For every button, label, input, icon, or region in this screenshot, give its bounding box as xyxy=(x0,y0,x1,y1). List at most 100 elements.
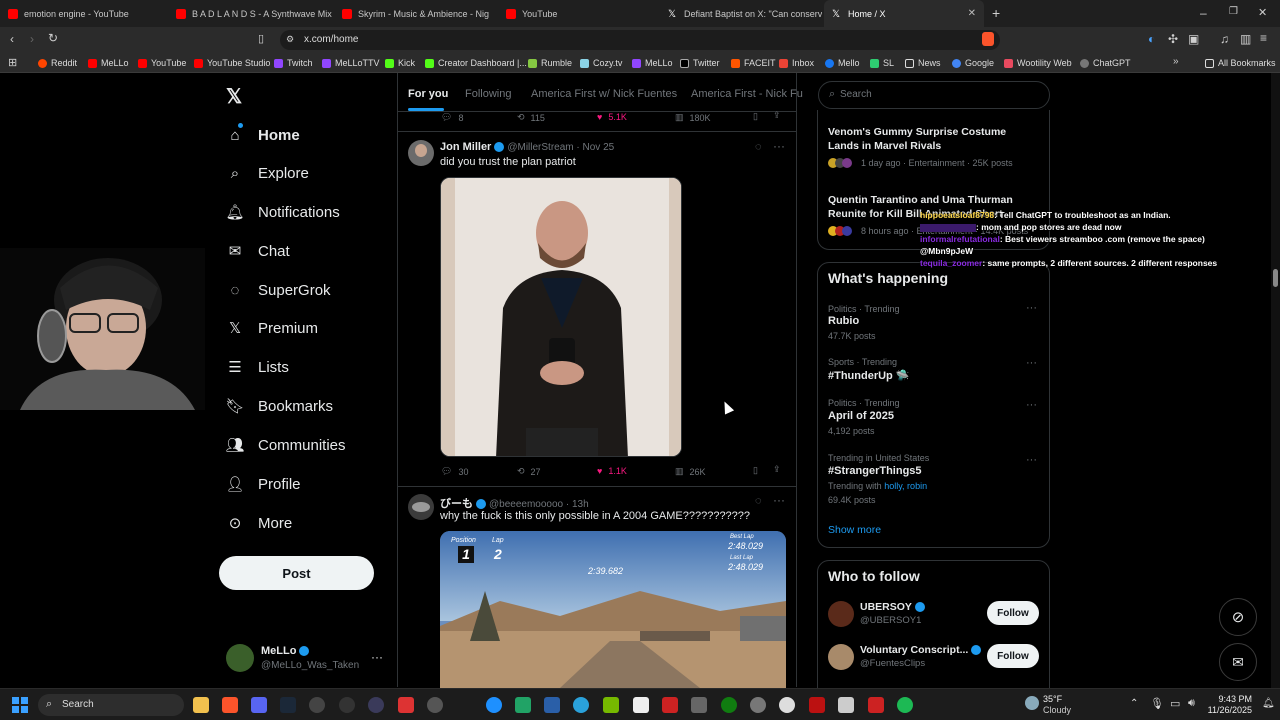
music-icon[interactable]: ♫ xyxy=(1220,32,1229,46)
bookmark-item[interactable]: Wootility Web xyxy=(1004,53,1072,73)
nav-chat[interactable]: ✉ Chat xyxy=(226,236,290,266)
trend-more-icon[interactable]: ··· xyxy=(1026,454,1037,466)
sidebar-toggle-icon[interactable]: ▥ xyxy=(1240,32,1251,46)
all-bookmarks[interactable]: All Bookmarks xyxy=(1205,53,1276,73)
brave-shield-icon[interactable] xyxy=(982,32,994,46)
browser-tab[interactable]: Skyrim - Music & Ambience - Nig xyxy=(334,0,498,27)
app-icon[interactable] xyxy=(809,697,825,713)
browser-tab[interactable]: emotion engine - YouTube xyxy=(0,0,168,27)
tray-overflow-icon[interactable]: ⌃ xyxy=(1130,698,1138,709)
trend-name[interactable]: April of 2025 xyxy=(828,410,894,422)
post-time[interactable]: Nov 25 xyxy=(583,142,615,153)
tab-following[interactable]: Following xyxy=(465,88,511,100)
app-icon[interactable] xyxy=(368,697,384,713)
windows-start-icon[interactable] xyxy=(12,697,28,713)
x-logo-icon[interactable]: 𝕏 xyxy=(226,84,248,108)
post-more-icon[interactable]: ··· xyxy=(773,493,785,507)
weather-text[interactable]: Cloudy xyxy=(1043,705,1071,715)
trend-name[interactable]: #StrangerThings5 xyxy=(828,465,922,477)
extensions-puzzle-icon[interactable]: ✣ xyxy=(1168,32,1178,46)
follow-button[interactable]: Follow xyxy=(987,601,1039,625)
view-count[interactable]: ▥ 180K xyxy=(675,112,711,123)
network-icon[interactable]: ▭ xyxy=(1170,697,1180,710)
post-video[interactable]: Position Lap 1 2 Best Lap 2:48.029 Last … xyxy=(440,531,786,688)
bookmark-item[interactable]: MeLLo xyxy=(632,53,673,73)
notifications-icon[interactable]: 🔔︎ xyxy=(1262,698,1275,709)
more-bookmarks-icon[interactable]: » xyxy=(1173,56,1179,67)
nav-profile[interactable]: 👤︎ Profile xyxy=(225,469,300,499)
close-tab-icon[interactable]: ✕ xyxy=(968,8,976,19)
url-field[interactable]: x.com/home xyxy=(280,30,1000,50)
clock-time[interactable]: 9:43 PM xyxy=(1210,694,1252,704)
volume-icon[interactable]: 🔊︎ xyxy=(1188,697,1195,710)
browser-tab[interactable]: B A D L A N D S - A Synthwave Mix fo xyxy=(168,0,334,27)
bookmark-icon[interactable]: ▯ xyxy=(753,111,758,122)
clock-date[interactable]: 11/26/2025 xyxy=(1206,705,1252,715)
bookmark-item[interactable]: ChatGPT xyxy=(1080,53,1131,73)
nav-notifications[interactable]: 🔔︎ Notifications xyxy=(225,197,339,227)
nav-premium[interactable]: 𝕏 Premium xyxy=(226,313,318,343)
back-icon[interactable]: ‹ xyxy=(10,32,14,46)
post-author-name[interactable]: びーも xyxy=(440,498,473,510)
steam-icon[interactable] xyxy=(280,697,296,713)
scrollbar-thumb[interactable] xyxy=(1273,269,1278,287)
xbox-icon[interactable] xyxy=(721,697,737,713)
repost-count[interactable]: ⟲ 115 xyxy=(517,112,545,123)
media-icon[interactable]: ▣ xyxy=(1188,32,1199,46)
nav-bookmarks[interactable]: 🔖︎ Bookmarks xyxy=(225,391,333,421)
settings-icon[interactable] xyxy=(750,697,766,713)
nav-supergrok[interactable]: ◌ SuperGrok xyxy=(226,275,331,305)
suggestion-name[interactable]: Voluntary Conscript... xyxy=(860,644,984,656)
bookmark-item[interactable]: Google xyxy=(952,53,994,73)
forward-icon[interactable]: › xyxy=(30,32,34,46)
post-author-handle[interactable]: @beeeemooooo xyxy=(489,499,563,510)
avatar[interactable] xyxy=(828,601,854,627)
grok-icon[interactable]: ◌ xyxy=(755,141,762,153)
bookmark-item[interactable]: Kick xyxy=(385,53,415,73)
browser-tab-active[interactable]: 𝕏 Home / X ✕ xyxy=(824,0,984,27)
post-time[interactable]: 13h xyxy=(572,499,589,510)
app-icon[interactable] xyxy=(868,697,884,713)
nav-communities[interactable]: 👥︎ Communities xyxy=(225,430,345,460)
app-icon[interactable] xyxy=(486,697,502,713)
reload-icon[interactable]: ↻ xyxy=(48,31,58,45)
news-headline[interactable]: Venom's Gummy Surprise Costume Lands in … xyxy=(828,125,1033,153)
repost-count[interactable]: ⟲ 27 xyxy=(517,466,541,477)
browser-tab[interactable]: YouTube xyxy=(498,0,660,27)
app-icon[interactable] xyxy=(339,697,355,713)
trend-name[interactable]: Rubio xyxy=(828,315,859,327)
weather-temp[interactable]: 35°F xyxy=(1043,694,1062,704)
spotify-icon[interactable] xyxy=(897,697,913,713)
app-icon[interactable] xyxy=(633,697,649,713)
bookmark-item[interactable]: Creator Dashboard |... xyxy=(425,53,527,73)
share-icon[interactable]: ⇪ xyxy=(773,464,781,475)
nav-explore[interactable]: ⌕ Explore xyxy=(226,158,309,188)
nav-more[interactable]: ⊙ More xyxy=(226,508,292,538)
nvidia-icon[interactable] xyxy=(603,697,619,713)
bookmark-item[interactable]: Rumble xyxy=(528,53,572,73)
search-input[interactable]: ⌕ Search xyxy=(818,81,1050,109)
bookmark-item[interactable]: Twitch xyxy=(274,53,313,73)
app-icon[interactable] xyxy=(544,697,560,713)
tab-america-first-2[interactable]: America First - Nick Fu xyxy=(691,88,803,100)
trend-more-icon[interactable]: ··· xyxy=(1026,399,1037,411)
post-button[interactable]: Post xyxy=(219,556,374,590)
browser-tab[interactable]: 𝕏 Defiant Baptist on X: "Can conservativ xyxy=(660,0,822,27)
bookmark-item[interactable]: YouTube xyxy=(138,53,186,73)
bookmark-item[interactable]: MeLLoTTV xyxy=(322,53,380,73)
bookmark-item[interactable]: News xyxy=(905,53,941,73)
bookmark-item[interactable]: Cozy.tv xyxy=(580,53,622,73)
post-more-icon[interactable]: ··· xyxy=(773,139,785,153)
extension-icon[interactable]: ◐ xyxy=(1148,32,1155,46)
nav-lists[interactable]: ☰ Lists xyxy=(226,352,289,382)
share-icon[interactable]: ⇪ xyxy=(773,110,781,121)
app-icon[interactable] xyxy=(838,697,854,713)
bookmark-icon[interactable]: ▯ xyxy=(753,465,758,476)
suggestion-name[interactable]: UBERSOY xyxy=(860,601,928,613)
avatar[interactable] xyxy=(226,644,254,672)
follow-button[interactable]: Follow xyxy=(987,644,1039,668)
bookmark-item[interactable]: Mello xyxy=(825,53,860,73)
app-icon[interactable] xyxy=(691,697,707,713)
show-more-link[interactable]: Show more xyxy=(828,524,881,536)
reply-count[interactable]: 💬︎ 30 xyxy=(441,466,468,477)
